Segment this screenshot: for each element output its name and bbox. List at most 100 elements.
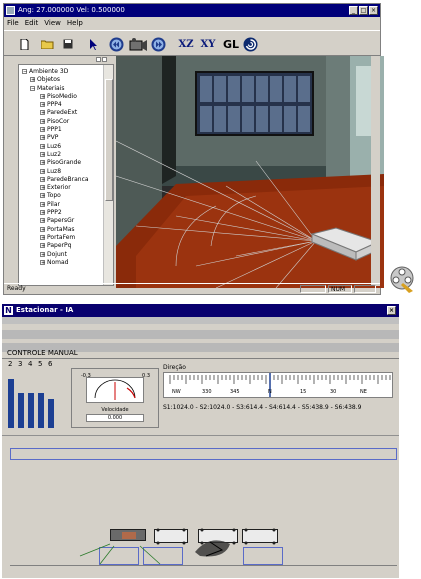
direction-compass[interactable]: NW 330 345 N 15 30 NE bbox=[163, 372, 393, 398]
ia-titlebar: N Estacionar - IA × bbox=[2, 304, 399, 317]
expand-icon[interactable]: + bbox=[40, 151, 45, 157]
tree-materiais[interactable]: − Materiais bbox=[22, 85, 89, 93]
collapse-icon[interactable]: − bbox=[22, 69, 27, 75]
expand-icon[interactable]: + bbox=[40, 110, 45, 116]
expand-icon[interactable]: + bbox=[40, 210, 45, 216]
3d-viewport[interactable] bbox=[116, 56, 384, 288]
expand-icon[interactable]: + bbox=[40, 226, 45, 232]
tree-material-item[interactable]: + Exterior bbox=[40, 184, 89, 192]
new-button[interactable] bbox=[18, 36, 30, 52]
parking-lot-canvas[interactable] bbox=[10, 464, 397, 574]
gear-bar bbox=[18, 393, 24, 428]
expand-icon[interactable]: + bbox=[30, 77, 35, 83]
tree-material-item[interactable]: + Luz6 bbox=[40, 143, 89, 151]
open-button[interactable] bbox=[40, 36, 54, 52]
new-file-icon bbox=[20, 38, 28, 50]
tree-material-item[interactable]: + Topo bbox=[40, 192, 89, 200]
message-field[interactable] bbox=[10, 448, 397, 460]
expand-icon[interactable]: + bbox=[40, 135, 45, 141]
expand-icon[interactable]: + bbox=[40, 168, 45, 174]
spiral-button[interactable] bbox=[242, 36, 258, 52]
save-icon bbox=[63, 39, 73, 49]
expand-icon[interactable]: + bbox=[40, 127, 45, 133]
minimize-button[interactable]: _ bbox=[349, 6, 358, 15]
tree-scroll-thumb[interactable] bbox=[105, 79, 113, 201]
viewer-titlebar: Ang: 27.000000 Vel: 0.500000 _ □ × bbox=[4, 4, 380, 17]
speed-gauge bbox=[86, 377, 144, 403]
menu-view[interactable]: View bbox=[44, 17, 61, 29]
tree-material-item[interactable]: + PortaMas bbox=[40, 226, 89, 234]
tree-material-item[interactable]: + Luz8 bbox=[40, 168, 89, 176]
expand-icon[interactable]: + bbox=[40, 143, 45, 149]
gear-number: 5 bbox=[38, 360, 43, 368]
expand-icon[interactable]: + bbox=[40, 160, 45, 166]
tree-material-item[interactable]: + PaperPq bbox=[40, 242, 89, 250]
expand-icon[interactable]: + bbox=[40, 93, 45, 99]
forward-button[interactable] bbox=[150, 36, 166, 52]
expand-icon[interactable]: + bbox=[40, 259, 45, 265]
close-button[interactable]: × bbox=[369, 6, 378, 15]
rewind-button[interactable] bbox=[108, 36, 124, 52]
car-overlay bbox=[79, 528, 276, 565]
tree-scrollbar[interactable] bbox=[103, 65, 113, 285]
expand-icon[interactable]: + bbox=[40, 234, 45, 240]
gear-bar bbox=[8, 379, 14, 428]
tree-material-item[interactable]: + PapersGr bbox=[40, 217, 89, 225]
tree-objetos[interactable]: + Objetos bbox=[22, 76, 89, 84]
gl-button[interactable]: GL bbox=[222, 36, 240, 52]
tree-material-item[interactable]: + Luz2 bbox=[40, 151, 89, 159]
xy-view-button[interactable]: XY bbox=[198, 36, 218, 52]
tree-material-item[interactable]: + Dojunt bbox=[40, 251, 89, 259]
desktop-shortcut[interactable] bbox=[389, 265, 415, 295]
gear-bar bbox=[28, 393, 34, 428]
collapse-icon[interactable]: − bbox=[30, 85, 35, 91]
menu-file[interactable]: File bbox=[7, 17, 19, 29]
compass-tick-label: NE bbox=[360, 389, 367, 395]
tree-material-item[interactable]: + Pilar bbox=[40, 201, 89, 209]
speed-label: Velocidade bbox=[101, 407, 129, 413]
tree-material-item[interactable]: + ParedeBranca bbox=[40, 176, 89, 184]
expand-icon[interactable]: + bbox=[40, 193, 45, 199]
expand-icon[interactable]: + bbox=[40, 201, 45, 207]
ia-toolbar-strip bbox=[2, 330, 399, 339]
tree-material-item[interactable]: + PPP1 bbox=[40, 126, 89, 134]
tree-root[interactable]: − Ambiente 3D bbox=[22, 68, 89, 76]
sensor-readout: S1:1024.0 - S2:1024.0 - S3:614.4 - S4:61… bbox=[163, 404, 362, 411]
save-button[interactable] bbox=[62, 36, 74, 52]
camera-button[interactable] bbox=[128, 36, 148, 52]
expand-icon[interactable]: + bbox=[40, 102, 45, 108]
menu-help[interactable]: Help bbox=[67, 17, 83, 29]
tree-material-item[interactable]: + PPP2 bbox=[40, 209, 89, 217]
gear-bar bbox=[38, 393, 44, 428]
expand-icon[interactable]: + bbox=[40, 118, 45, 124]
menu-edit[interactable]: Edit bbox=[25, 17, 39, 29]
pointer-button[interactable] bbox=[88, 36, 100, 52]
tree-material-item[interactable]: + ParedeExt bbox=[40, 109, 89, 117]
scene-render bbox=[116, 56, 384, 288]
tree-material-item[interactable]: + PisoGrande bbox=[40, 159, 89, 167]
xz-view-button[interactable]: XZ bbox=[176, 36, 196, 52]
tree-material-item[interactable]: + PVP bbox=[40, 134, 89, 142]
expand-icon[interactable]: + bbox=[40, 251, 45, 257]
panel-close[interactable] bbox=[102, 57, 107, 62]
parking-ia-window: N Estacionar - IA × CONTROLE MANUAL 2345… bbox=[2, 304, 399, 578]
expand-icon[interactable]: + bbox=[40, 218, 45, 224]
maximize-button[interactable]: □ bbox=[359, 6, 368, 15]
forward-icon bbox=[151, 37, 165, 51]
tree-material-item[interactable]: + PisoCor bbox=[40, 118, 89, 126]
compass-tick-label: 15 bbox=[300, 389, 306, 395]
scene-side-panel bbox=[371, 56, 380, 286]
ia-close-button[interactable]: × bbox=[387, 306, 396, 315]
tree-material-item[interactable]: + PisoMedio bbox=[40, 93, 89, 101]
tree-material-item[interactable]: + PortaFem bbox=[40, 234, 89, 242]
tree-material-item[interactable]: + Nomad bbox=[40, 259, 89, 267]
spiral-icon bbox=[243, 37, 257, 51]
gear-number: 4 bbox=[28, 360, 33, 368]
status-num: NUM bbox=[328, 285, 352, 293]
rewind-icon bbox=[109, 37, 123, 51]
expand-icon[interactable]: + bbox=[40, 185, 45, 191]
expand-icon[interactable]: + bbox=[40, 176, 45, 182]
panel-minimize[interactable] bbox=[96, 57, 101, 62]
expand-icon[interactable]: + bbox=[40, 243, 45, 249]
tree-material-item[interactable]: + PPP4 bbox=[40, 101, 89, 109]
